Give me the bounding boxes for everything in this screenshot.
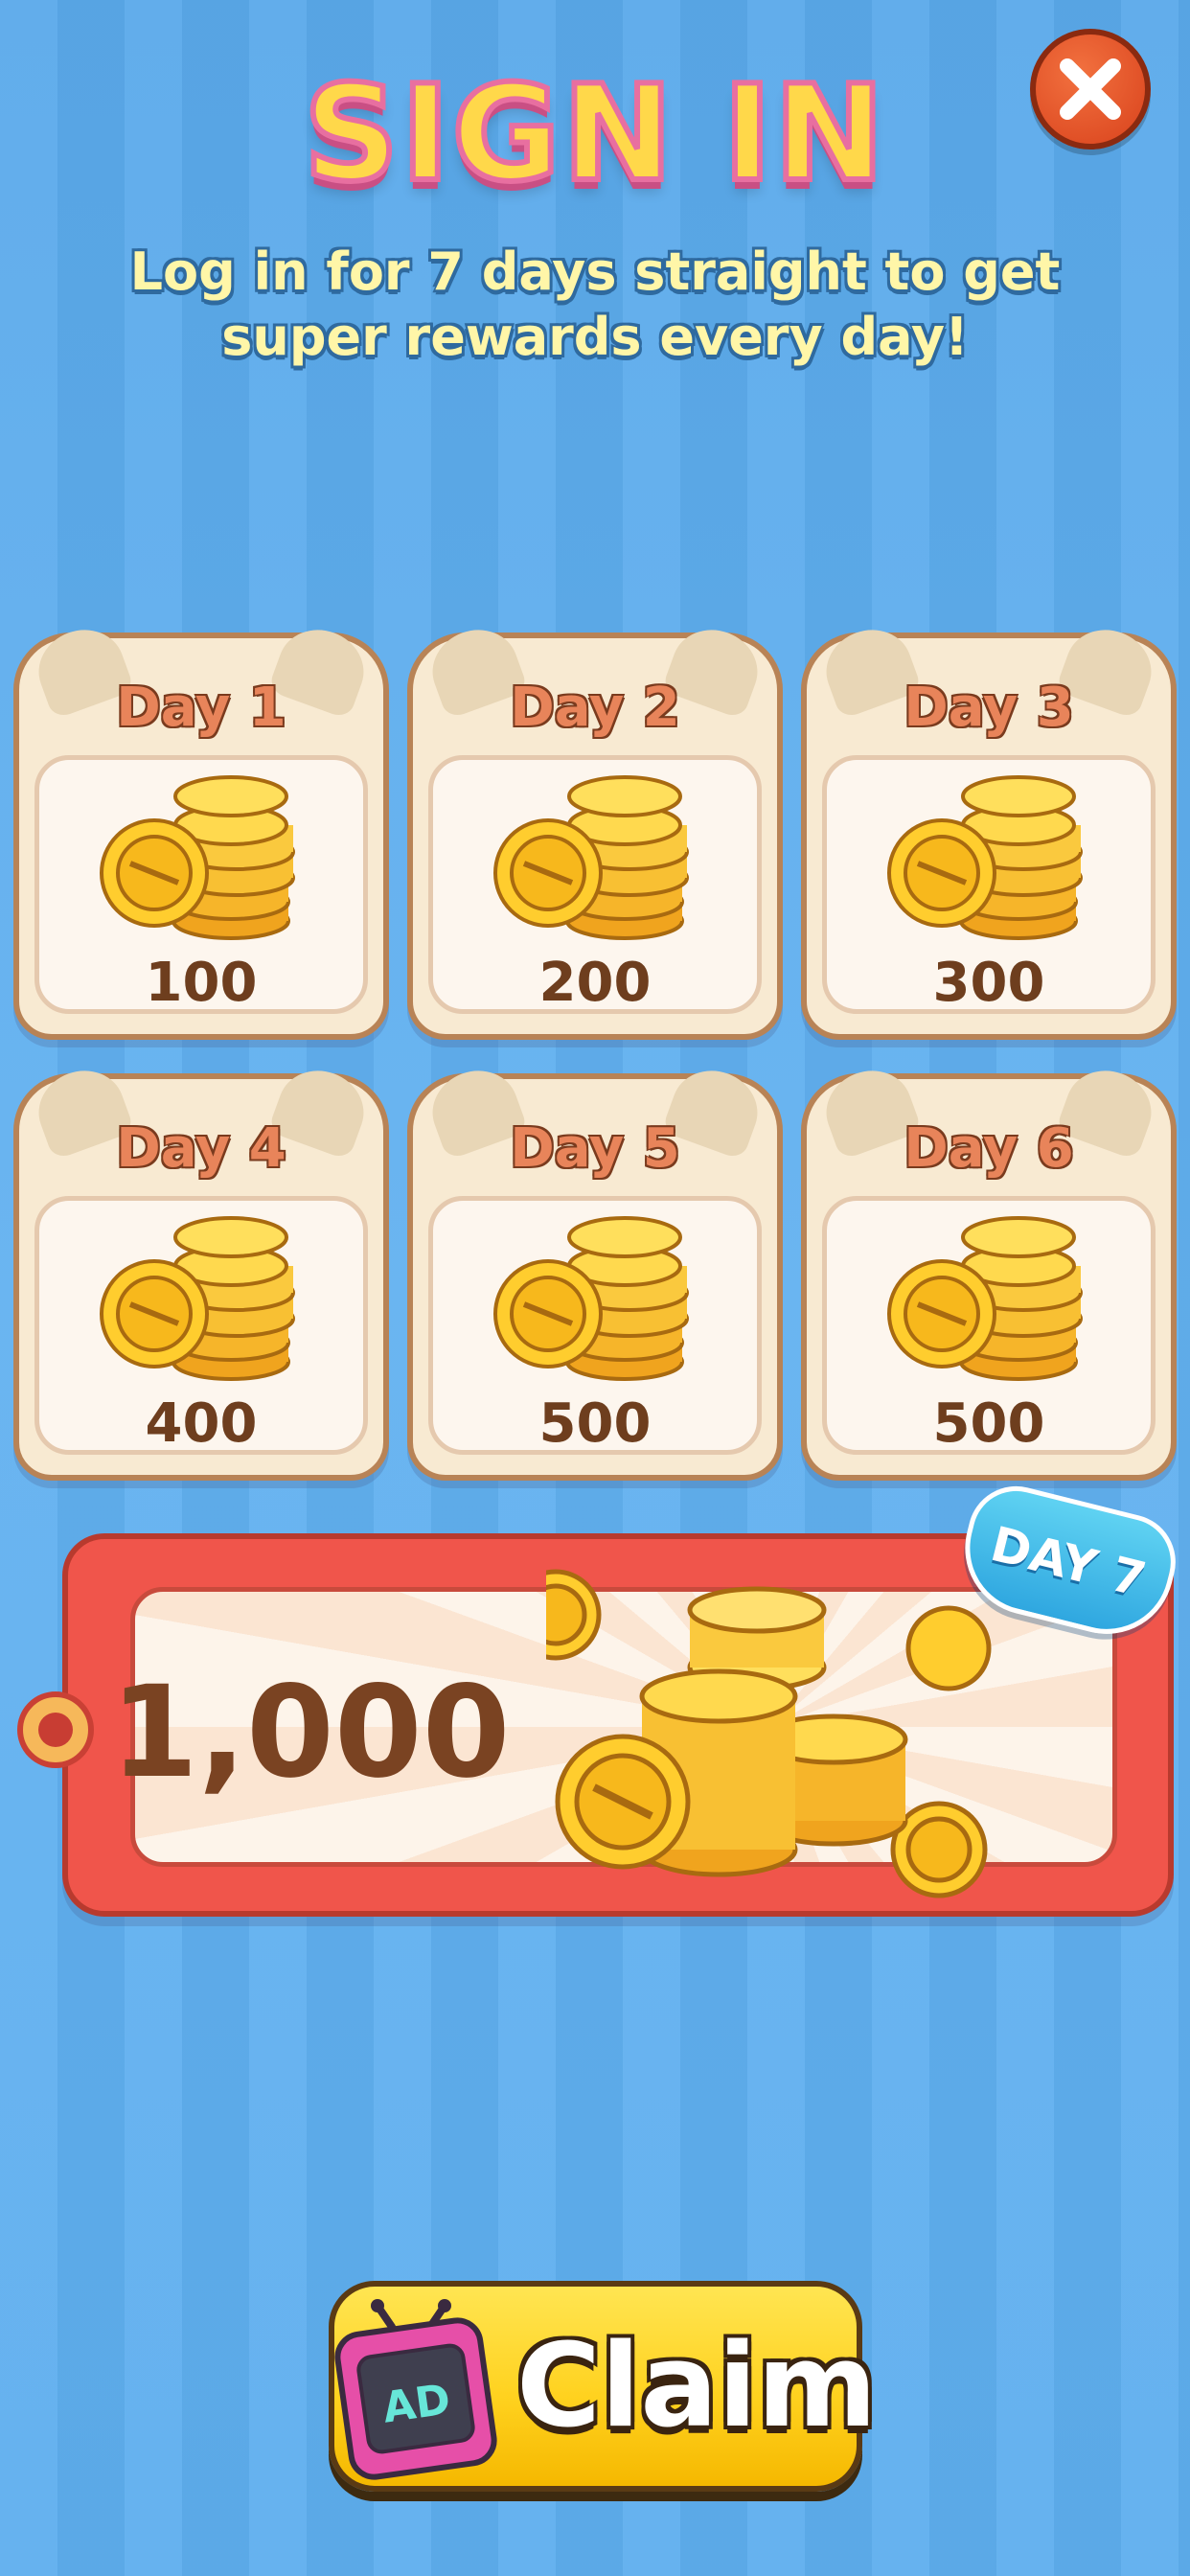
day-label: Day 5 [510,1117,680,1180]
coin-stack-icon [100,1216,295,1381]
reward-card-day-2[interactable]: Day 2 200 [407,618,783,1040]
reward-amount: 500 [932,1392,1045,1455]
reward-amount: 500 [538,1392,652,1455]
subtitle: Log in for 7 days straight to get super … [129,242,1061,367]
day-label: Day 6 [904,1117,1074,1180]
reward-card-day-3[interactable]: Day 3 300 [801,618,1177,1040]
coin-stack-icon [887,775,1083,940]
day-label: Day 2 [510,677,680,739]
coin-stack-icon [493,1216,689,1381]
tag-hole-icon [17,1691,94,1768]
day-label: Day 3 [904,677,1074,739]
coin-stack-icon [887,1216,1083,1381]
reward-card-day-4[interactable]: Day 4 400 [13,1059,389,1481]
day-7-badge-label: DAY 7 [985,1516,1152,1608]
close-icon [1060,58,1121,120]
reward-amount: 200 [538,952,652,1014]
reward-card-day-5[interactable]: Day 5 500 [407,1059,783,1481]
claim-label: Claim [516,2320,878,2453]
day-7-amount: 1,000 [110,1659,511,1806]
claim-button[interactable]: AD Claim [329,2281,877,2492]
coin-stack-icon [100,775,295,940]
reward-card-day-6[interactable]: Day 6 500 [801,1059,1177,1481]
page-title: SIGN IN [301,55,887,214]
reward-amount: 100 [145,952,258,1014]
coin-stack-icon [493,775,689,940]
close-button[interactable] [1030,29,1151,150]
reward-amount: 300 [932,952,1045,1014]
ad-tv-icon: AD [334,2299,497,2480]
coin-pile-icon [546,1569,992,1898]
reward-card-day-1[interactable]: Day 1 100 [13,618,389,1040]
day-label: Day 4 [116,1117,286,1180]
day-label: Day 1 [116,677,286,739]
reward-amount: 400 [145,1392,258,1455]
ad-label: AD [379,2375,453,2432]
